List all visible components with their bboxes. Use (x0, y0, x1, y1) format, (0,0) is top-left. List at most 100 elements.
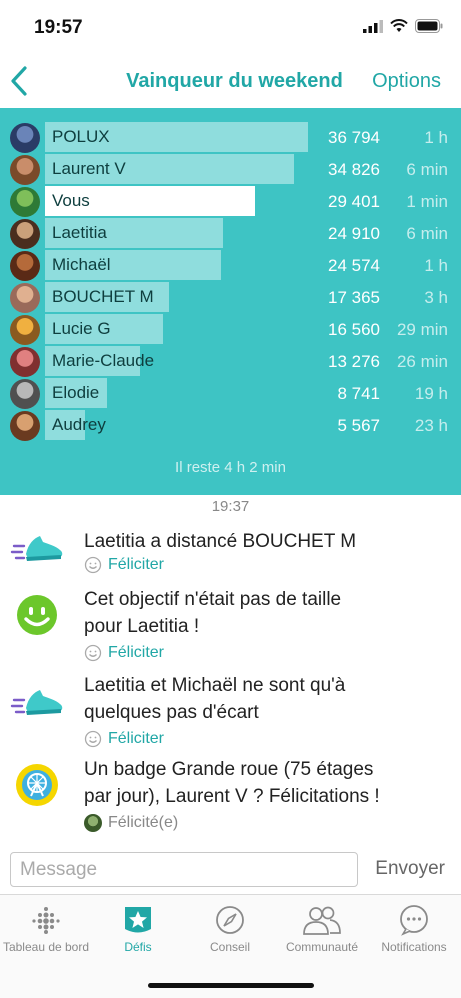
compass-icon (184, 903, 276, 937)
smiley-icon (84, 556, 102, 574)
send-button[interactable]: Envoyer (375, 858, 445, 880)
wifi-icon (390, 19, 408, 32)
feed-text-line: par jour), Laurent V ? Félicitations ! (84, 786, 380, 807)
feed-text: Un badge Grande roue (75 étages par jour)… (84, 756, 431, 810)
avatar (10, 283, 40, 313)
participant-name: Laurent V (52, 159, 126, 178)
feed-text: Laetitia a distancé BOUCHET M (84, 528, 431, 555)
cheer-label: Félicité(e) (108, 814, 179, 831)
last-sync: 1 min (406, 192, 448, 211)
tab-item[interactable]: Défis (92, 903, 184, 954)
smiley-icon (10, 592, 66, 638)
avatar (84, 814, 102, 832)
cheer-button[interactable]: Féliciter (84, 556, 164, 574)
shoe-icon (10, 524, 66, 570)
step-count: 24 574 (328, 256, 380, 275)
avatar (10, 411, 40, 441)
last-sync: 23 h (414, 416, 448, 435)
tab-label: Défis (124, 940, 152, 954)
last-sync: 1 h (424, 256, 448, 275)
feed-text: Cet objectif n'était pas de taille pour L… (84, 586, 431, 640)
feed-text-line: Laetitia et Michaël ne sont qu'à (84, 675, 346, 696)
step-count: 24 910 (328, 224, 380, 243)
last-sync: 6 min (406, 160, 448, 179)
last-sync: 29 min (396, 320, 448, 339)
feed-text-line: Laetitia a distancé BOUCHET M (84, 531, 357, 552)
leaderboard-row[interactable]: Audrey 5 567 23 h (0, 410, 461, 442)
status-icons (363, 19, 443, 33)
participant-name: Marie-Claude (52, 351, 155, 370)
step-count: 5 567 (337, 416, 380, 435)
step-count: 34 826 (328, 160, 380, 179)
leaderboard-row[interactable]: Marie-Claude 13 276 26 min (0, 346, 461, 378)
cheer-button[interactable]: Félicité(e) (84, 814, 178, 832)
participant-name: Elodie (52, 383, 100, 402)
leaderboard-row[interactable]: Elodie 8 741 19 h (0, 378, 461, 410)
leaderboard-row[interactable]: POLUX 36 794 1 h (0, 122, 461, 154)
participant-name: Audrey (52, 415, 106, 434)
feed-text-line: Un badge Grande roue (75 étages (84, 759, 374, 780)
feed-text: Laetitia et Michaël ne sont qu'à quelques… (84, 672, 431, 726)
people-icon (276, 903, 368, 937)
avatar (10, 315, 40, 345)
cheer-button[interactable]: Féliciter (84, 730, 164, 748)
last-sync: 6 min (406, 224, 448, 243)
cheer-label: Féliciter (108, 730, 165, 747)
feed-timestamp: 19:37 (211, 498, 250, 515)
participant-name: Laetitia (52, 223, 107, 242)
dots-grid-icon (0, 903, 92, 937)
step-count: 8 741 (337, 384, 380, 403)
last-sync: 3 h (424, 288, 448, 307)
last-sync: 26 min (396, 352, 448, 371)
tab-label: Notifications (381, 940, 447, 954)
star-badge-icon (92, 903, 184, 937)
cheer-label: Féliciter (108, 556, 165, 573)
participant-name: BOUCHET M (52, 287, 154, 306)
options-button[interactable]: Options (372, 70, 441, 93)
participant-name: Lucie G (52, 319, 111, 338)
tab-item[interactable]: Tableau de bord (0, 903, 92, 954)
leaderboard: POLUX 36 794 1 h Laurent V 34 826 6 min Vous 29… (0, 108, 461, 495)
leaderboard-row[interactable]: Michaël 24 574 1 h (0, 250, 461, 282)
avatar (10, 155, 40, 185)
tab-item[interactable]: Communauté (276, 903, 368, 954)
message-input[interactable]: Message (10, 852, 358, 887)
leaderboard-row[interactable]: Laetitia 24 910 6 min (0, 218, 461, 250)
last-sync: 1 h (424, 128, 448, 147)
avatar (10, 379, 40, 409)
participant-name: POLUX (52, 127, 110, 146)
smiley-icon (84, 730, 102, 748)
cheer-label: Féliciter (108, 644, 165, 661)
signal-icon (363, 19, 383, 33)
home-indicator (148, 983, 314, 988)
cheer-button[interactable]: Féliciter (84, 644, 164, 662)
tab-label: Conseil (209, 940, 251, 954)
participant-name: Michaël (52, 255, 111, 274)
avatar (10, 123, 40, 153)
step-count: 29 401 (328, 192, 380, 211)
navigation-bar: Vainqueur du weekend Options (0, 56, 461, 108)
last-sync: 19 h (414, 384, 448, 403)
step-count: 17 365 (328, 288, 380, 307)
participant-name: Vous (52, 191, 90, 210)
tab-item[interactable]: Conseil (184, 903, 276, 954)
step-count: 13 276 (328, 352, 380, 371)
smiley-icon (84, 644, 102, 662)
avatar (10, 347, 40, 377)
chat-bubble-icon (368, 903, 460, 937)
step-count: 16 560 (328, 320, 380, 339)
feed-text-line: pour Laetitia ! (84, 616, 200, 637)
ferris-wheel-badge-icon (10, 762, 66, 808)
step-count: 36 794 (328, 128, 380, 147)
feed-text-line: Cet objectif n'était pas de taille (84, 589, 342, 610)
tab-label: Communauté (285, 940, 359, 954)
leaderboard-row[interactable]: BOUCHET M 17 365 3 h (0, 282, 461, 314)
time-remaining: Il reste 4 h 2 min (175, 459, 286, 476)
avatar (10, 219, 40, 249)
leaderboard-row[interactable]: Laurent V 34 826 6 min (0, 154, 461, 186)
leaderboard-row[interactable]: Lucie G 16 560 29 min (0, 314, 461, 346)
avatar (10, 251, 40, 281)
tab-item[interactable]: Notifications (368, 903, 460, 954)
leaderboard-row[interactable]: Vous 29 401 1 min (0, 186, 461, 218)
status-time: 19:57 (34, 17, 83, 38)
